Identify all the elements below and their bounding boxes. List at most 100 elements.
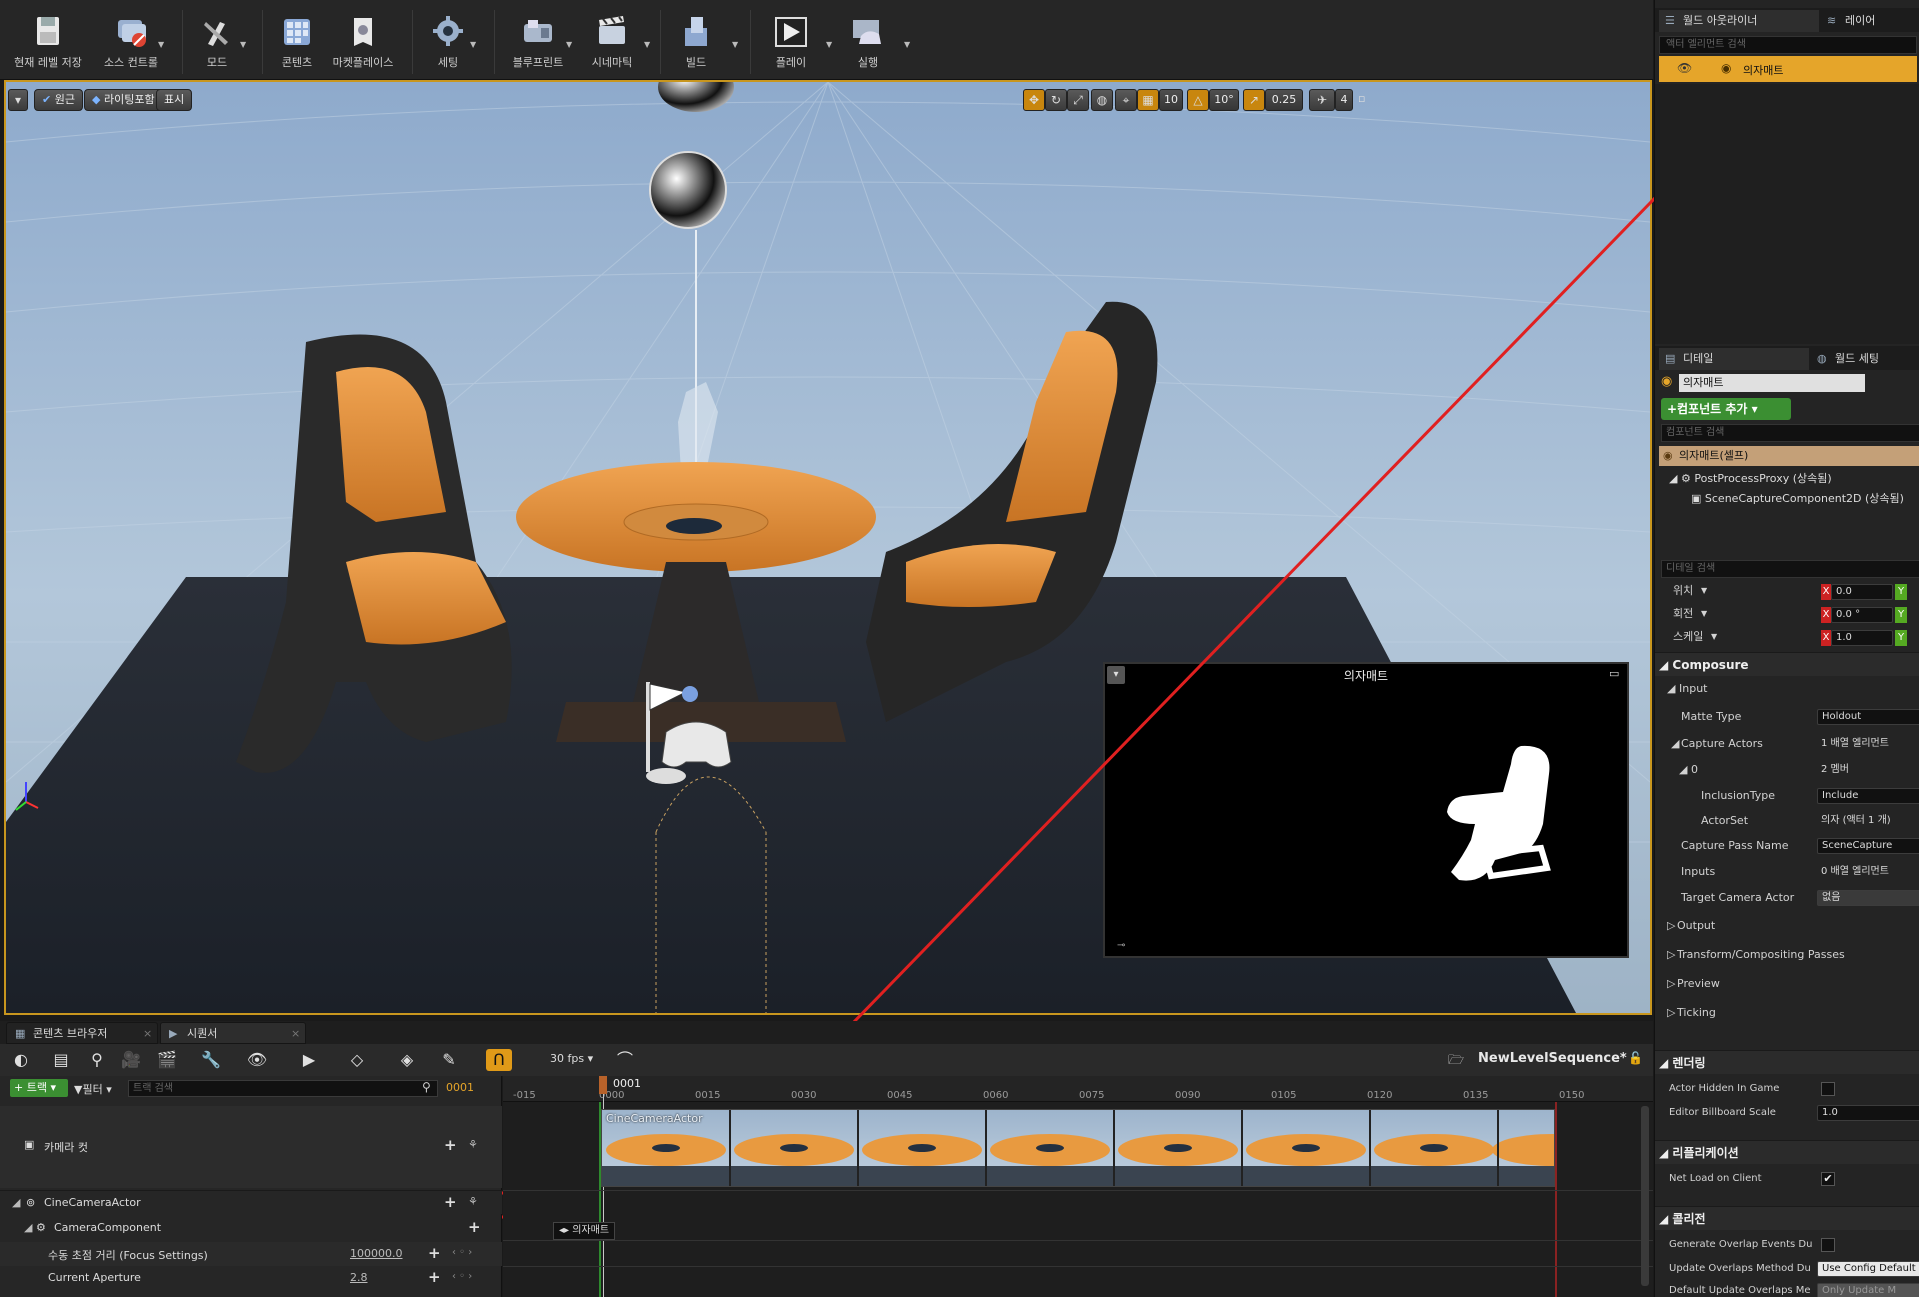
input-category-row[interactable]: ◢ Input: [1655, 678, 1919, 700]
collapse-arrow-icon[interactable]: ◢: [24, 1221, 32, 1234]
fps-label: 30 fps: [550, 1052, 585, 1065]
collapse-arrow-icon: ◢: [1659, 1056, 1669, 1070]
actor-hidden-checkbox[interactable]: [1821, 1082, 1835, 1096]
sequencer-timeline[interactable]: -015 0000 0015 0030 0045 0060 0075 0090 …: [503, 1076, 1653, 1297]
track-search-input[interactable]: 트랙 검색: [128, 1080, 438, 1097]
add-key-icon[interactable]: +: [428, 1244, 441, 1262]
tab-details[interactable]: ▤ 디테일: [1659, 348, 1809, 370]
component-row-scenecapture[interactable]: ▣ SceneCaptureComponent2D (상속됨): [1691, 490, 1904, 506]
add-key-icon[interactable]: +: [428, 1268, 441, 1286]
edit-pencil-icon[interactable]: ✎: [436, 1049, 462, 1071]
matte-type-select[interactable]: Holdout: [1817, 709, 1919, 725]
collapse-arrow-icon[interactable]: ◢: [12, 1196, 20, 1209]
collapse-arrow-icon[interactable]: ◢: [1671, 733, 1679, 755]
output-label: Output: [1677, 919, 1716, 932]
camera-cut-track[interactable]: ▣ 카메라 컷 + ⚘: [0, 1106, 502, 1188]
component-row-postprocess[interactable]: ◢ ⚙ PostProcessProxy (상속됨): [1669, 470, 1832, 486]
auto-key-icon[interactable]: ◈: [394, 1049, 420, 1071]
billboard-scale-field[interactable]: 1.0: [1817, 1105, 1919, 1121]
sequencer-toolbar: ◐ ▤ ⚲ 🎥 🎬 🔧 👁 ▶ ◇ ◈ ✎ Ո 30 fps ▾ ⌒ 🗁 New…: [0, 1044, 1653, 1076]
close-icon[interactable]: ×: [291, 1023, 300, 1045]
folder-icon[interactable]: 🗁: [1448, 1051, 1464, 1073]
outliner-search-input[interactable]: 액터 엘리먼트 검색: [1659, 36, 1917, 54]
component-search-input[interactable]: 컴포넌트 검색: [1661, 424, 1919, 442]
key-navigation-icon[interactable]: ‹ ◦ ›: [452, 1247, 472, 1258]
world-icon[interactable]: ◐: [8, 1049, 34, 1071]
details-search-input[interactable]: 디테일 검색: [1661, 560, 1919, 578]
play-options-icon[interactable]: ▶: [296, 1049, 322, 1071]
curve-editor-icon[interactable]: ⌒: [612, 1049, 638, 1071]
visibility-eye-icon[interactable]: 👁: [1677, 61, 1692, 75]
chevron-down-icon[interactable]: ▼: [1701, 603, 1707, 625]
render-movie-icon[interactable]: 🎬: [154, 1049, 180, 1071]
camera-icon[interactable]: 🎥: [118, 1049, 144, 1071]
tab-sequencer[interactable]: ▶ 시퀀서 ×: [160, 1022, 306, 1044]
overlap-events-checkbox[interactable]: [1821, 1238, 1835, 1252]
update-overlaps-select[interactable]: Use Config Default: [1817, 1261, 1919, 1277]
component-row-self[interactable]: ◉ 의자매트(셀프): [1659, 446, 1919, 466]
collapse-arrow-icon[interactable]: ◢: [1679, 759, 1687, 781]
camera-lock-icon[interactable]: ⚘: [468, 1195, 478, 1208]
chevron-down-icon[interactable]: ▼: [1711, 626, 1717, 648]
key-navigation-icon[interactable]: ‹ ◦ ›: [452, 1271, 472, 1282]
default-update-select[interactable]: Only Update M: [1817, 1283, 1919, 1297]
add-plus-icon[interactable]: +: [468, 1218, 481, 1236]
focus-value-field[interactable]: 100000.0: [350, 1247, 403, 1260]
add-plus-icon[interactable]: +: [444, 1136, 457, 1154]
tab-world-settings[interactable]: ◍ 월드 세팅: [1811, 348, 1917, 370]
cine-camera-actor-track[interactable]: ◢ ⊚ CineCameraActor + ⚘: [0, 1190, 502, 1214]
camera-lock-icon[interactable]: ⚘: [468, 1138, 478, 1151]
wrench-icon[interactable]: 🔧: [198, 1049, 224, 1071]
drag-drop-tooltip: ◂▸ 의자매트: [553, 1222, 616, 1240]
preview-category-row[interactable]: ▷ Preview: [1655, 973, 1919, 995]
tab-world-outliner[interactable]: ☰ 월드 아웃라이너: [1659, 10, 1819, 32]
lock-icon[interactable]: 🔓: [1628, 1051, 1643, 1065]
net-load-checkbox[interactable]: ✔: [1821, 1172, 1835, 1186]
fps-select[interactable]: 30 fps ▾: [550, 1052, 593, 1065]
row-separator: [503, 1190, 1653, 1191]
tab-content-browser[interactable]: ▦ 콘텐츠 브라우저 ×: [6, 1022, 158, 1044]
capture-pass-field[interactable]: SceneCapture: [1817, 838, 1919, 854]
rendering-section-header[interactable]: ◢ 렌더링: [1655, 1050, 1919, 1074]
chevron-down-icon[interactable]: ▼: [1701, 580, 1707, 602]
target-camera-select[interactable]: 없음: [1817, 890, 1919, 906]
inclusion-type-select[interactable]: Include: [1817, 788, 1919, 804]
location-label[interactable]: 위치: [1673, 580, 1693, 602]
ruler-tick: 0075: [1079, 1090, 1105, 1101]
outliner-row-selected[interactable]: 👁 ◉ 의자매트: [1659, 56, 1917, 82]
eye-icon[interactable]: 👁: [244, 1049, 270, 1071]
collision-section-header[interactable]: ◢ 콜리전: [1655, 1206, 1919, 1230]
add-plus-icon[interactable]: +: [444, 1193, 457, 1211]
focus-distance-track[interactable]: 수동 초점 거리 (Focus Settings) 100000.0 + ‹ ◦…: [0, 1242, 502, 1266]
ruler-tick: 0120: [1367, 1090, 1393, 1101]
rotation-x-field[interactable]: 0.0 °: [1831, 607, 1893, 623]
playhead-handle[interactable]: [599, 1076, 607, 1094]
vertical-scrollbar[interactable]: [1641, 1106, 1649, 1286]
tab-layers[interactable]: ≋ 레이어: [1821, 10, 1917, 32]
scale-x-field[interactable]: 1.0: [1831, 630, 1893, 646]
filter-button[interactable]: ▼필터 ▾: [74, 1081, 112, 1097]
tree-expand-icon[interactable]: ◢: [1669, 472, 1677, 485]
composure-section-header[interactable]: ◢ Composure: [1655, 652, 1919, 676]
key-icon[interactable]: ◇: [344, 1049, 370, 1071]
replication-section-header[interactable]: ◢ 리플리케이션: [1655, 1140, 1919, 1164]
actor-name-field[interactable]: 의자매트: [1679, 374, 1865, 392]
output-category-row[interactable]: ▷ Output: [1655, 915, 1919, 937]
add-track-button[interactable]: + 트랙 ▾: [10, 1079, 68, 1097]
save-sequence-icon[interactable]: ▤: [48, 1049, 74, 1071]
camera-component-track[interactable]: ◢ ⚙ CameraComponent +: [0, 1216, 502, 1240]
scale-label[interactable]: 스케일: [1673, 626, 1703, 648]
search-icon[interactable]: ⚲: [84, 1049, 110, 1071]
aperture-value-field[interactable]: 2.8: [350, 1271, 368, 1284]
current-frame-field[interactable]: 0001: [446, 1081, 474, 1094]
add-component-button[interactable]: +컴포넌트 추가 ▾: [1661, 398, 1791, 420]
ticking-category-row[interactable]: ▷ Ticking: [1655, 1002, 1919, 1024]
rotation-label[interactable]: 회전: [1673, 603, 1693, 625]
actor-set-value[interactable]: 의자 (액터 1 개): [1821, 810, 1891, 832]
close-icon[interactable]: ×: [143, 1023, 152, 1045]
location-x-field[interactable]: 0.0: [1831, 584, 1893, 600]
aperture-track[interactable]: Current Aperture 2.8 + ‹ ◦ ›: [0, 1266, 502, 1290]
snap-magnet-icon[interactable]: Ո: [486, 1049, 512, 1071]
camera-cut-clip[interactable]: CineCameraActor: [601, 1109, 1555, 1187]
passes-category-row[interactable]: ▷ Transform/Compositing Passes: [1655, 944, 1919, 966]
